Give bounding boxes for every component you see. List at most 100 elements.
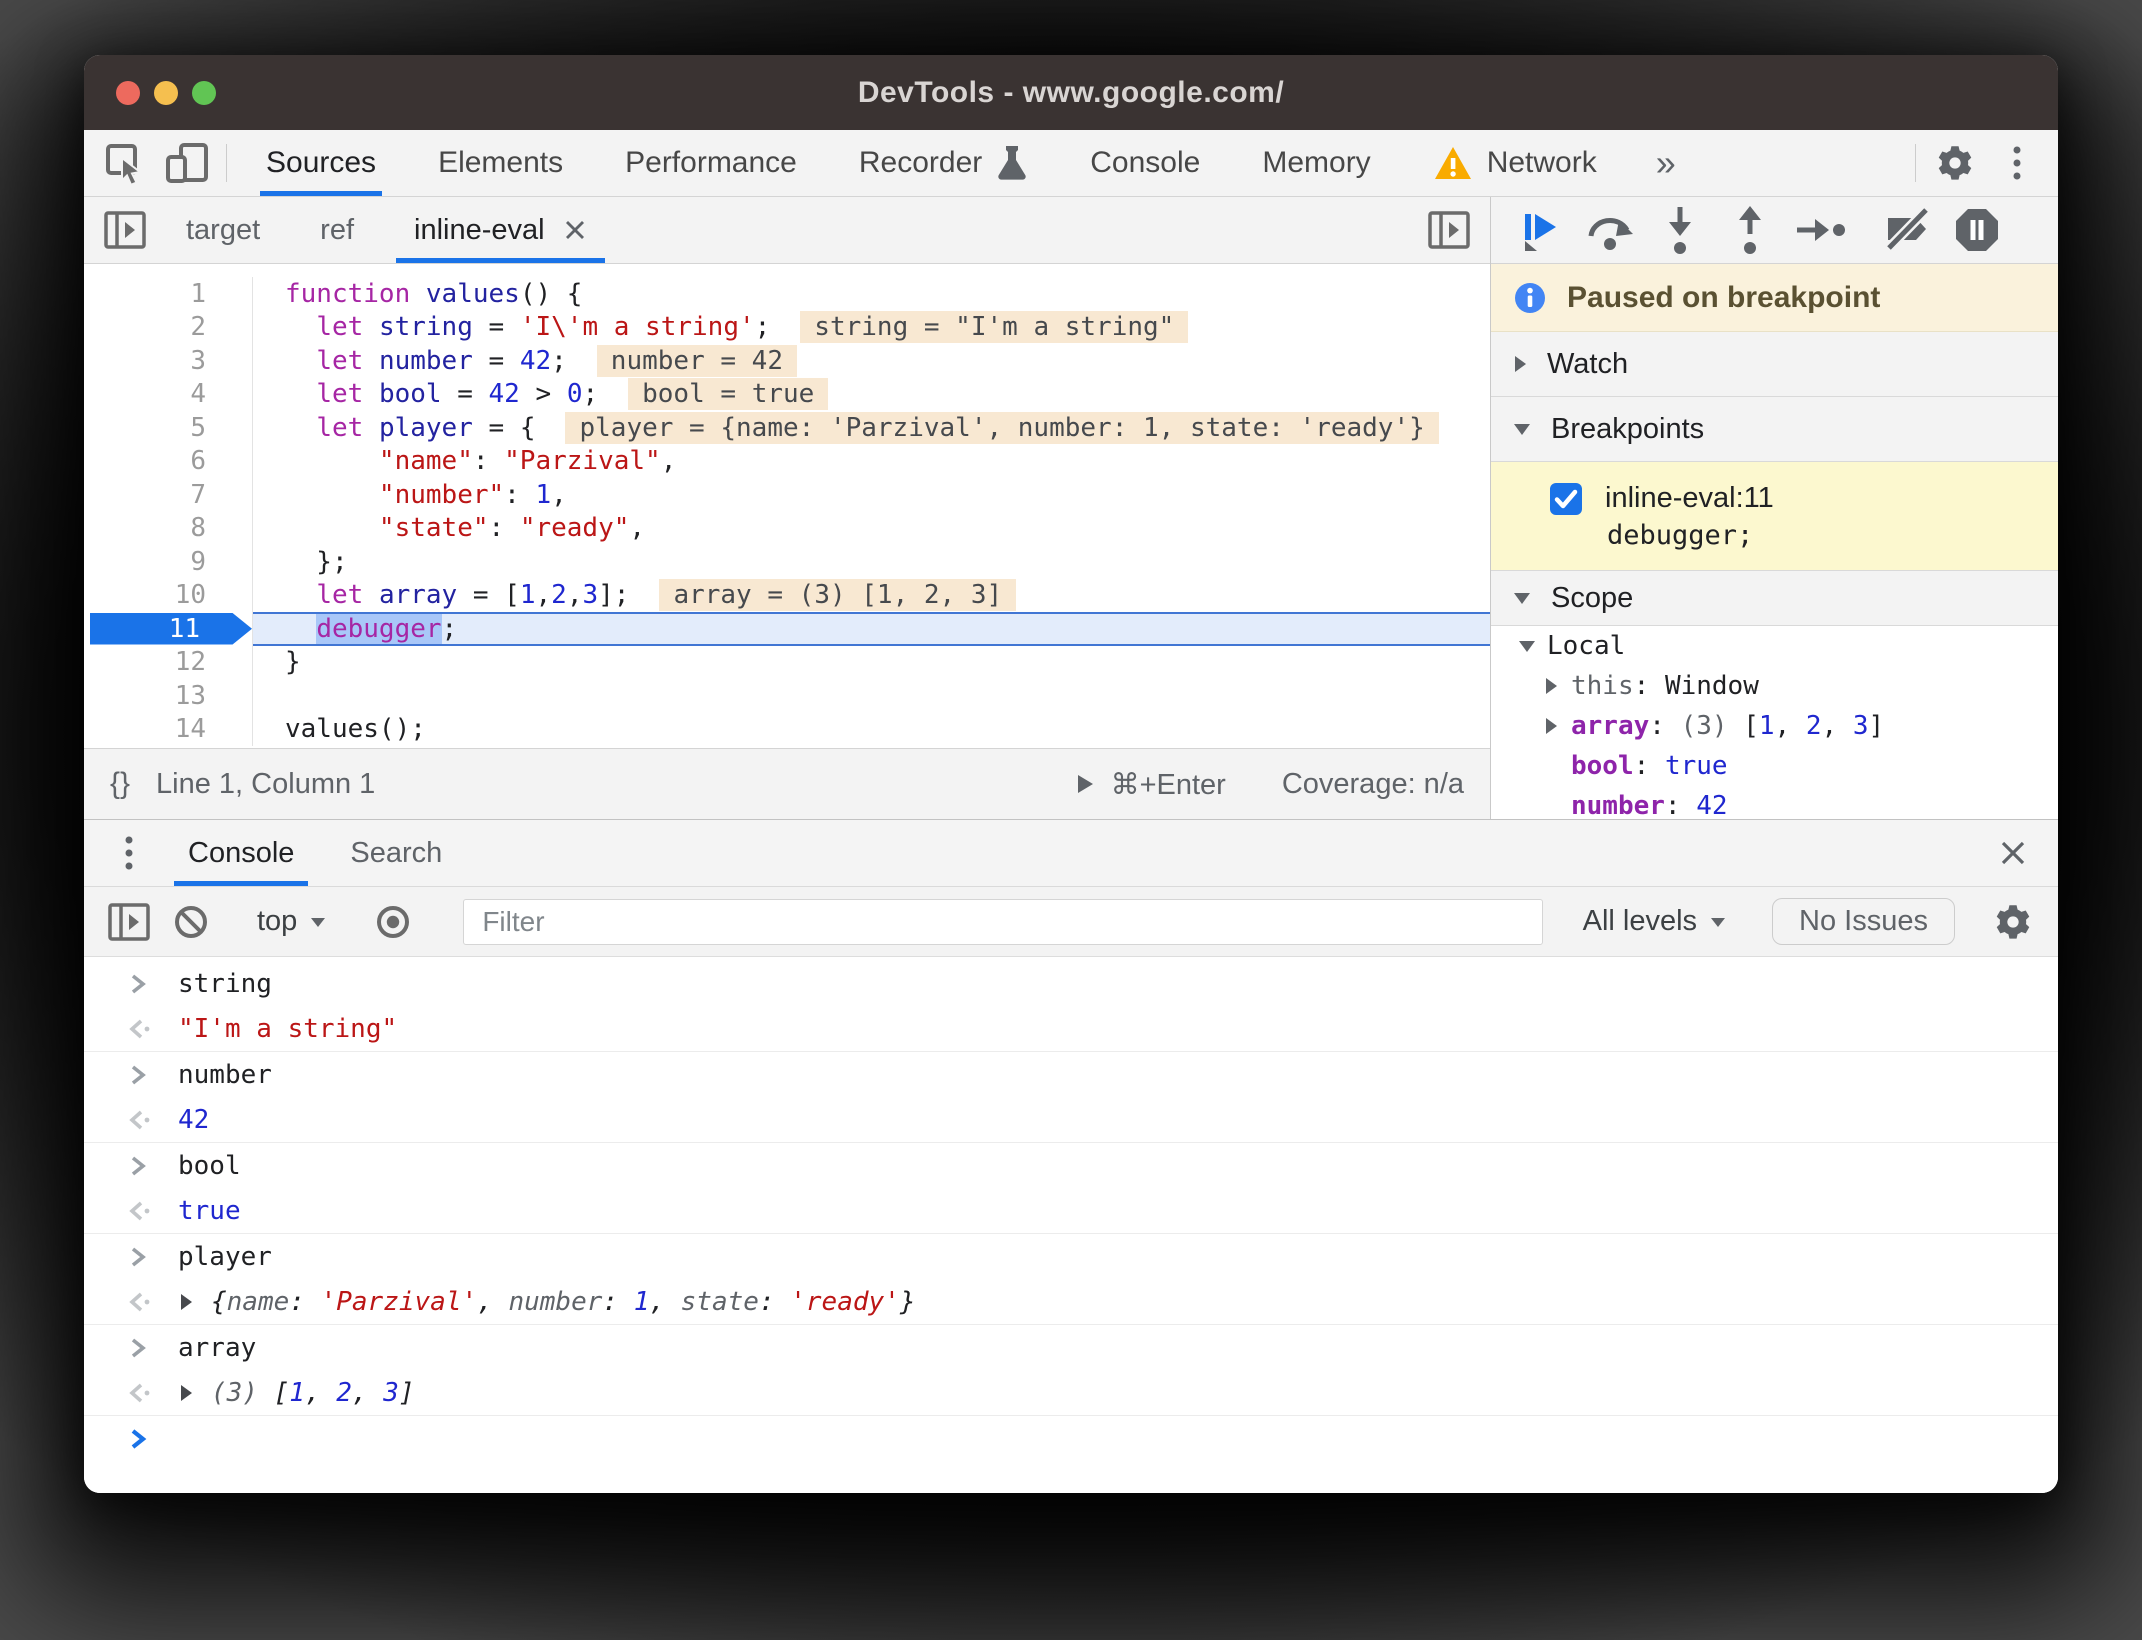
line-number[interactable]: 12 [84,645,253,679]
drawer-kebab-menu-icon[interactable] [98,820,160,886]
breakpoints-section-header[interactable]: Breakpoints [1491,397,2058,462]
breakpoint-entry[interactable]: inline-eval:11 debugger; [1491,462,2058,570]
minimize-window-button[interactable] [154,80,178,105]
line-number[interactable]: 7 [84,478,253,512]
inspect-element-icon[interactable] [94,130,156,196]
code-line-2[interactable]: 2 let string = 'I\'m a string'; string = … [84,310,1490,345]
show-navigator-icon[interactable] [94,197,156,263]
line-number[interactable]: 6 [84,444,253,478]
paused-line-badge[interactable]: 11 [90,613,252,645]
line-number[interactable]: 10 [84,578,253,612]
code-text[interactable] [253,679,1490,713]
code-line-8[interactable]: 8 "state": "ready", [84,511,1490,546]
code-text[interactable]: values(); [253,713,1490,747]
line-number[interactable]: 14 [84,712,253,746]
deactivate-breakpoints-button[interactable] [1872,197,1942,263]
drawer-tab-console[interactable]: Console [160,820,322,886]
file-tab-target[interactable]: target [156,197,290,263]
kebab-menu-icon[interactable] [1986,130,2048,196]
console-filter-input[interactable] [463,898,1543,945]
code-text[interactable]: let array = [1, 2, 3]; array = (3) [1, 2, 3… [253,579,1490,613]
scope-row-Local[interactable]: Local [1491,626,2058,666]
console-prompt-row[interactable] [84,1416,2058,1461]
scope-row-this[interactable]: this: Window [1491,666,2058,706]
chevron-right-icon[interactable] [1531,675,1571,697]
step-into-button[interactable] [1645,197,1715,263]
code-line-3[interactable]: 3 let number = 42; number = 42 [84,344,1490,378]
tab-sources[interactable]: Sources [235,130,407,196]
tab-network[interactable]: Network [1402,130,1628,196]
line-number[interactable]: 2 [84,310,253,344]
line-number[interactable]: 1 [84,277,253,311]
console-prompt-chevron-icon[interactable] [126,1425,178,1453]
code-line-1[interactable]: 1 function values() { [84,277,1490,311]
more-panels-icon[interactable]: » [1628,130,1704,196]
tab-performance[interactable]: Performance [594,130,828,196]
file-tab-inline-eval[interactable]: inline-eval [384,197,617,263]
file-tab-ref[interactable]: ref [290,197,384,263]
close-window-button[interactable] [116,80,140,105]
no-issues-button[interactable]: No Issues [1772,898,1955,945]
code-editor[interactable]: 1 function values() {2 let string = 'I\'m… [84,264,1490,748]
close-drawer-icon[interactable] [1982,820,2044,886]
chevron-down-icon[interactable] [1507,637,1547,655]
drawer-tab-search[interactable]: Search [322,820,470,886]
expand-object-icon[interactable] [178,1383,195,1403]
code-line-5[interactable]: 5 let player = {player = {name: 'Parziva… [84,411,1490,445]
step-over-button[interactable] [1575,197,1645,263]
code-line-10[interactable]: 10 let array = [1, 2, 3]; array = (3) [1, 2… [84,578,1490,613]
pretty-print-icon[interactable]: {} [110,767,130,801]
line-number[interactable]: 8 [84,511,253,545]
line-number[interactable]: 4 [84,377,253,411]
tab-recorder[interactable]: Recorder [828,130,1059,196]
code-line-4[interactable]: 4 let bool = 42 > 0; bool = true [84,377,1490,412]
code-text[interactable]: function values() { [253,277,1490,311]
code-line-9[interactable]: 9 }; [84,545,1490,579]
code-line-12[interactable]: 12} [84,645,1490,680]
resume-script-button[interactable] [1505,197,1575,263]
line-number[interactable]: 5 [84,411,253,445]
code-text[interactable]: let player = {player = {name: 'Parzival'… [253,411,1490,445]
code-line-7[interactable]: 7 "number": 1, [84,478,1490,512]
code-line-6[interactable]: 6 "name": "Parzival", [84,444,1490,479]
code-text[interactable]: "state": "ready", [253,512,1490,546]
step-out-button[interactable] [1715,197,1785,263]
zoom-window-button[interactable] [192,80,216,105]
code-line-13[interactable]: 13 [84,679,1490,713]
close-tab-icon[interactable] [563,218,587,242]
console-settings-gear-icon[interactable] [1982,901,2044,943]
show-debugger-sidebar-icon[interactable] [1418,197,1480,263]
code-line-14[interactable]: 14 values(); [84,712,1490,747]
scope-section-header[interactable]: Scope [1491,570,2058,626]
device-toolbar-icon[interactable] [156,130,218,196]
code-text[interactable]: let bool = 42 > 0; bool = true [253,378,1490,412]
tab-memory[interactable]: Memory [1231,130,1401,196]
settings-gear-icon[interactable] [1924,130,1986,196]
console-sidebar-icon[interactable] [98,901,160,943]
code-text[interactable]: } [253,646,1490,680]
log-levels-selector[interactable]: All levels [1565,905,1745,938]
live-expression-eye-icon[interactable] [362,901,424,943]
code-text[interactable]: "number": 1, [253,478,1490,512]
code-text[interactable]: let string = 'I\'m a string'; string = "I… [253,311,1490,345]
tab-elements[interactable]: Elements [407,130,594,196]
line-number[interactable]: 3 [84,344,253,378]
breakpoint-checkbox[interactable] [1549,482,1583,516]
code-line-11[interactable]: 11 debugger; [84,612,1490,646]
code-text[interactable]: "name": "Parzival", [253,445,1490,479]
code-text[interactable]: let number = 42; number = 42 [253,344,1490,378]
line-number[interactable]: 9 [84,545,253,579]
chevron-right-icon[interactable] [1531,715,1571,737]
code-text[interactable]: debugger; [253,612,1490,646]
tab-console[interactable]: Console [1059,130,1231,196]
watch-section-header[interactable]: Watch [1491,332,2058,397]
code-text[interactable]: }; [253,545,1490,579]
execution-context-selector[interactable]: top [239,905,345,938]
clear-console-icon[interactable] [160,902,222,942]
pause-on-exceptions-button[interactable] [1942,197,2012,263]
scope-row-array[interactable]: array: (3) [1, 2, 3] [1491,706,2058,746]
expand-object-icon[interactable] [178,1292,195,1312]
step-button[interactable] [1785,197,1855,263]
line-number[interactable]: 13 [84,679,253,713]
line-number[interactable]: 11 [84,612,253,646]
